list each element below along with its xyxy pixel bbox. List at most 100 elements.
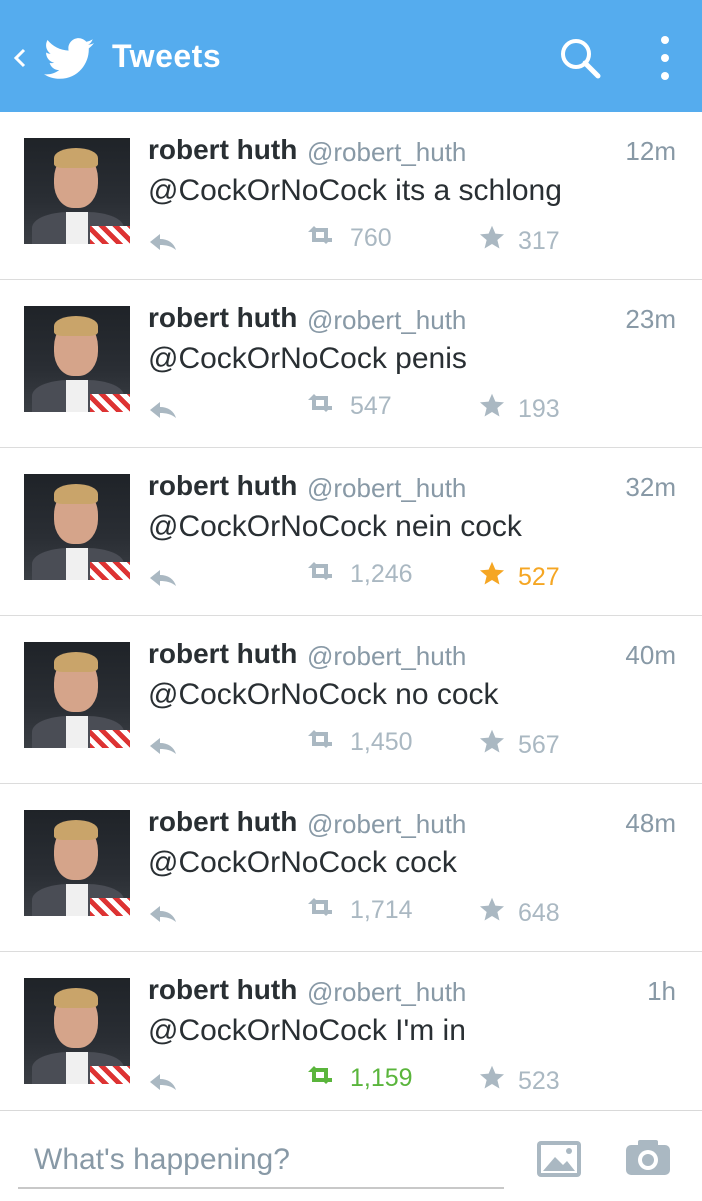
star-icon: [478, 1064, 518, 1099]
retweet-icon: [306, 728, 350, 757]
reply-button[interactable]: [148, 1070, 190, 1099]
avatar[interactable]: [24, 810, 130, 916]
retweet-icon: [306, 1064, 350, 1093]
tweet-timestamp: 40m: [625, 640, 676, 670]
retweet-button[interactable]: 1,159: [306, 1064, 413, 1093]
tweet-text: @CockOrNoCock no cock: [148, 678, 499, 711]
back-icon[interactable]: [10, 38, 30, 78]
tweet-author-handle: @robert_huth: [307, 305, 467, 335]
favorite-button[interactable]: 317: [478, 224, 560, 259]
tweet-author-name[interactable]: robert huth: [148, 638, 297, 670]
tweet-row[interactable]: robert huth @robert_huth 48m @CockOrNoCock …: [0, 784, 702, 952]
tweet-author-handle: @robert_huth: [307, 473, 467, 503]
twitter-bird-icon[interactable]: [44, 38, 94, 80]
reply-button[interactable]: [148, 734, 190, 763]
retweet-count: 1,714: [350, 896, 413, 924]
tweet-text: @CockOrNoCock penis: [148, 342, 467, 375]
favorite-count: 523: [518, 1067, 560, 1095]
retweet-button[interactable]: 1,246: [306, 560, 413, 589]
retweet-icon: [306, 224, 350, 253]
favorite-count: 193: [518, 395, 560, 423]
tweet-author-name[interactable]: robert huth: [148, 134, 297, 166]
tweet-timestamp: 48m: [625, 808, 676, 838]
favorite-button[interactable]: 523: [478, 1064, 560, 1099]
reply-button[interactable]: [148, 902, 190, 931]
reply-button[interactable]: [148, 230, 190, 259]
tweet-actions: 547 193: [148, 392, 668, 432]
camera-icon[interactable]: [624, 1137, 672, 1177]
retweet-icon: [306, 392, 350, 421]
tweet-author-name[interactable]: robert huth: [148, 974, 297, 1006]
avatar[interactable]: [24, 474, 130, 580]
tweet-row[interactable]: robert huth @robert_huth 32m @CockOrNoCock …: [0, 448, 702, 616]
favorite-count: 527: [518, 563, 560, 591]
tweet-author-handle: @robert_huth: [307, 809, 467, 839]
tweet-text: @CockOrNoCock nein cock: [148, 510, 522, 543]
retweet-button[interactable]: 1,450: [306, 728, 413, 757]
reply-button[interactable]: [148, 398, 190, 427]
tweet-timestamp: 1h: [647, 976, 676, 1006]
retweet-count: 760: [350, 224, 392, 252]
avatar[interactable]: [24, 978, 130, 1084]
tweet-actions: 760 317: [148, 224, 668, 264]
tweet-author-handle: @robert_huth: [307, 641, 467, 671]
reply-icon: [148, 566, 190, 595]
tweet-row[interactable]: robert huth @robert_huth 12m @CockOrNoCock …: [0, 112, 702, 280]
star-icon: [478, 560, 518, 595]
tweet-author-handle: @robert_huth: [307, 977, 467, 1007]
tweet-actions: 1,450 567: [148, 728, 668, 768]
tweet-timestamp: 32m: [625, 472, 676, 502]
top-app-bar: Tweets: [0, 0, 702, 112]
tweet-text: @CockOrNoCock I'm in: [148, 1014, 466, 1047]
tweet-author-handle: @robert_huth: [307, 137, 467, 167]
tweet-timeline: robert huth @robert_huth 12m @CockOrNoCock …: [0, 112, 702, 1112]
tweet-text: @CockOrNoCock cock: [148, 846, 457, 879]
star-icon: [478, 728, 518, 763]
retweet-count: 1,159: [350, 1064, 413, 1092]
star-icon: [478, 224, 518, 259]
favorite-count: 317: [518, 227, 560, 255]
tweet-row[interactable]: robert huth @robert_huth 40m @CockOrNoCock …: [0, 616, 702, 784]
retweet-count: 1,246: [350, 560, 413, 588]
tweet-row[interactable]: robert huth @robert_huth 1h @CockOrNoCock I…: [0, 952, 702, 1112]
reply-icon: [148, 734, 190, 763]
tweet-composer: What's happening?: [0, 1110, 702, 1201]
retweet-button[interactable]: 547: [306, 392, 392, 421]
tweet-row[interactable]: robert huth @robert_huth 23m @CockOrNoCock …: [0, 280, 702, 448]
retweet-button[interactable]: 760: [306, 224, 392, 253]
avatar[interactable]: [24, 642, 130, 748]
tweet-author-name[interactable]: robert huth: [148, 470, 297, 502]
tweet-actions: 1,159 523: [148, 1064, 668, 1104]
reply-button[interactable]: [148, 566, 190, 595]
retweet-icon: [306, 560, 350, 589]
favorite-button[interactable]: 567: [478, 728, 560, 763]
tweet-text: @CockOrNoCock its a schlong: [148, 174, 562, 207]
tweet-timestamp: 23m: [625, 304, 676, 334]
tweet-actions: 1,246 527: [148, 560, 668, 600]
overflow-menu-icon[interactable]: [650, 32, 680, 84]
reply-icon: [148, 230, 190, 259]
search-icon[interactable]: [556, 34, 604, 82]
favorite-count: 567: [518, 731, 560, 759]
tweet-author-name[interactable]: robert huth: [148, 302, 297, 334]
tweet-author-name[interactable]: robert huth: [148, 806, 297, 838]
reply-icon: [148, 398, 190, 427]
retweet-count: 547: [350, 392, 392, 420]
favorite-button[interactable]: 193: [478, 392, 560, 427]
tweet-actions: 1,714 648: [148, 896, 668, 936]
reply-icon: [148, 1070, 190, 1099]
avatar[interactable]: [24, 138, 130, 244]
page-title: Tweets: [112, 38, 222, 74]
favorite-button[interactable]: 527: [478, 560, 560, 595]
compose-input[interactable]: What's happening?: [34, 1143, 290, 1177]
star-icon: [478, 392, 518, 427]
retweet-count: 1,450: [350, 728, 413, 756]
favorite-button[interactable]: 648: [478, 896, 560, 931]
avatar[interactable]: [24, 306, 130, 412]
star-icon: [478, 896, 518, 931]
reply-icon: [148, 902, 190, 931]
retweet-button[interactable]: 1,714: [306, 896, 413, 925]
retweet-icon: [306, 896, 350, 925]
photo-icon[interactable]: [535, 1139, 583, 1179]
favorite-count: 648: [518, 899, 560, 927]
